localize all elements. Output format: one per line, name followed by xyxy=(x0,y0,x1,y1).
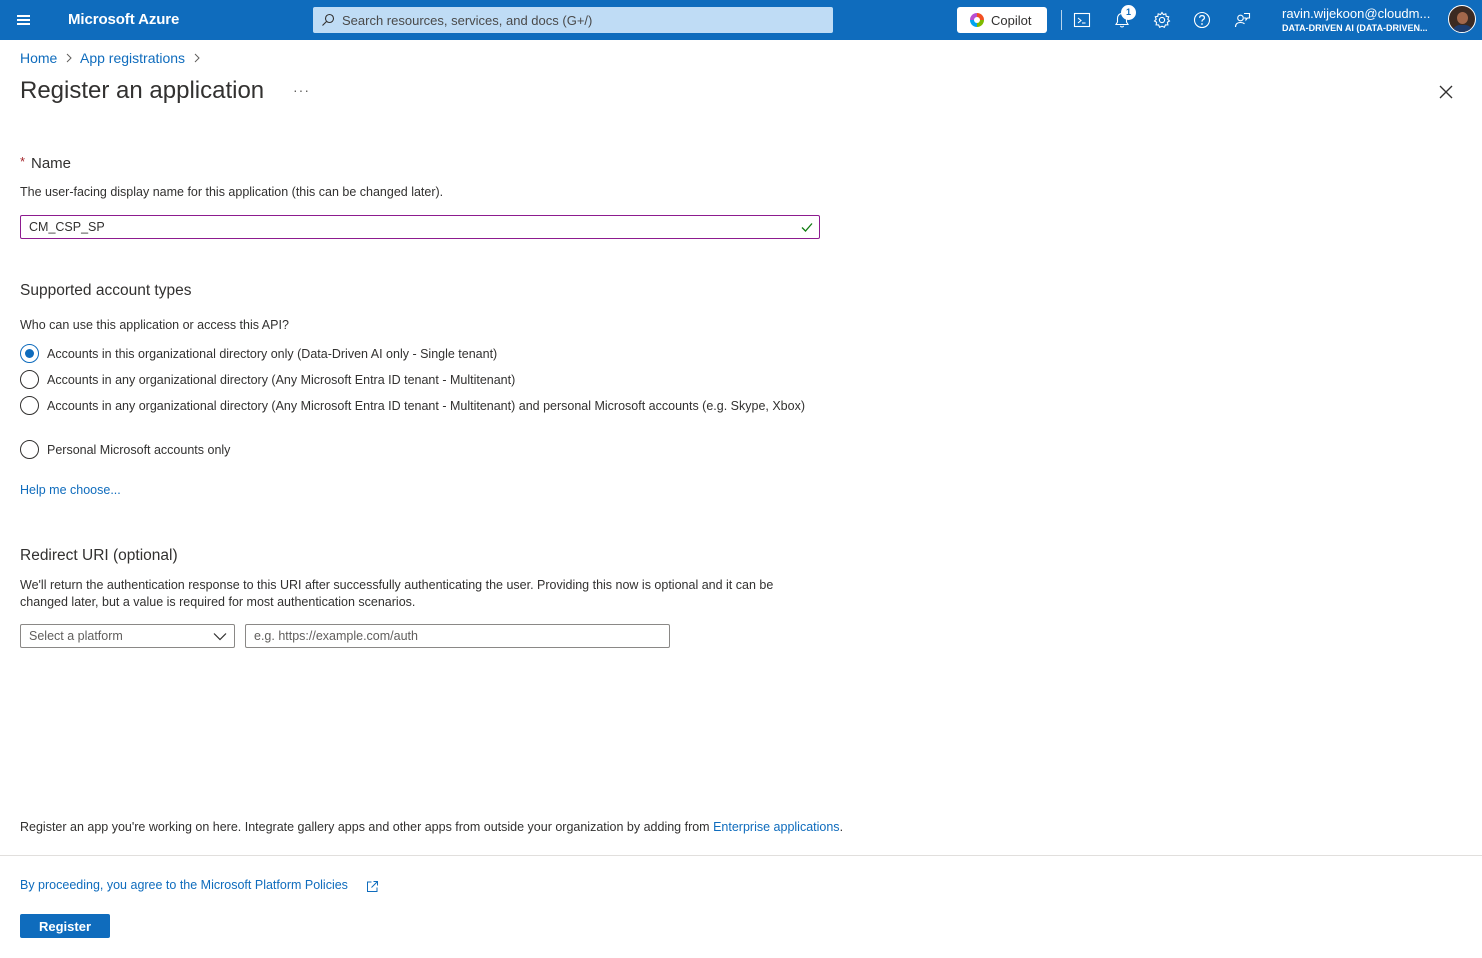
search-icon xyxy=(322,13,335,26)
required-marker: * xyxy=(20,154,26,169)
radio-label: Accounts in any organizational directory… xyxy=(47,399,805,413)
more-options-button[interactable]: ··· xyxy=(293,82,310,98)
register-button[interactable]: Register xyxy=(20,914,110,938)
platform-select-value: Select a platform xyxy=(29,629,123,643)
help-icon[interactable] xyxy=(1192,10,1212,30)
avatar-face xyxy=(1457,12,1468,24)
search-input[interactable] xyxy=(342,7,827,33)
gear-icon[interactable] xyxy=(1152,10,1172,30)
cloud-shell-icon[interactable] xyxy=(1072,10,1092,30)
top-bar: Microsoft Azure Copilot 1 ravin.wij xyxy=(0,0,1482,40)
chevron-right-icon xyxy=(194,53,200,63)
menu-icon[interactable] xyxy=(14,10,34,30)
chevron-down-icon xyxy=(213,633,227,641)
help-me-choose-link[interactable]: Help me choose... xyxy=(20,483,121,497)
footer-note-text: Register an app you're working on here. … xyxy=(20,820,710,834)
chevron-right-icon xyxy=(66,53,72,63)
redirect-title: Redirect URI (optional) xyxy=(20,547,178,564)
brand-title[interactable]: Microsoft Azure xyxy=(68,11,179,28)
radio-option-personal-only[interactable]: Personal Microsoft accounts only xyxy=(20,440,820,460)
radio-label: Personal Microsoft accounts only xyxy=(47,443,231,457)
radio-button[interactable] xyxy=(20,370,39,389)
close-icon[interactable] xyxy=(1437,83,1455,101)
platform-select[interactable]: Select a platform xyxy=(20,624,235,648)
account-menu[interactable]: ravin.wijekoon@cloudm... DATA-DRIVEN AI … xyxy=(1282,6,1444,33)
platform-policies-link[interactable]: By proceeding, you agree to the Microsof… xyxy=(20,878,348,892)
notification-badge: 1 xyxy=(1121,5,1136,20)
radio-option-multitenant-personal[interactable]: Accounts in any organizational directory… xyxy=(20,396,820,434)
copilot-icon xyxy=(970,13,984,27)
radio-button[interactable] xyxy=(20,396,39,415)
account-user: ravin.wijekoon@cloudm... xyxy=(1282,6,1431,21)
radio-button[interactable] xyxy=(20,440,39,459)
copilot-button[interactable]: Copilot xyxy=(957,7,1047,33)
radio-label: Accounts in this organizational director… xyxy=(47,347,498,361)
page-title: Register an application xyxy=(20,77,265,104)
account-tenant: DATA-DRIVEN AI (DATA-DRIVEN... xyxy=(1282,23,1428,33)
breadcrumb-app-registrations[interactable]: App registrations xyxy=(80,50,185,66)
name-label: Name xyxy=(31,155,72,172)
toolbar-divider xyxy=(1061,10,1062,30)
footer-note-end: . xyxy=(839,820,844,834)
footer-divider xyxy=(0,855,1482,856)
avatar[interactable] xyxy=(1448,5,1476,33)
feedback-icon[interactable] xyxy=(1232,10,1252,30)
radio-button[interactable] xyxy=(20,344,39,363)
external-link-icon[interactable] xyxy=(366,880,379,893)
global-search[interactable] xyxy=(313,7,833,33)
avatar-shirt xyxy=(1452,25,1473,32)
checkmark-icon xyxy=(801,223,813,232)
radio-option-single-tenant[interactable]: Accounts in this organizational director… xyxy=(20,344,820,364)
radio-label: Accounts in any organizational directory… xyxy=(47,373,516,387)
account-types-title: Supported account types xyxy=(20,282,192,299)
breadcrumb-home[interactable]: Home xyxy=(20,50,57,66)
name-field[interactable] xyxy=(20,215,820,239)
redirect-description: We'll return the authentication response… xyxy=(20,578,774,609)
account-types-question: Who can use this application or access t… xyxy=(20,318,289,332)
name-description: The user-facing display name for this ap… xyxy=(20,185,444,199)
redirect-uri-input[interactable] xyxy=(245,624,670,648)
footer-note: Register an app you're working on here. … xyxy=(20,820,843,834)
enterprise-applications-link[interactable]: Enterprise applications xyxy=(713,820,839,834)
radio-option-multitenant[interactable]: Accounts in any organizational directory… xyxy=(20,370,820,390)
copilot-label: Copilot xyxy=(991,13,1032,28)
